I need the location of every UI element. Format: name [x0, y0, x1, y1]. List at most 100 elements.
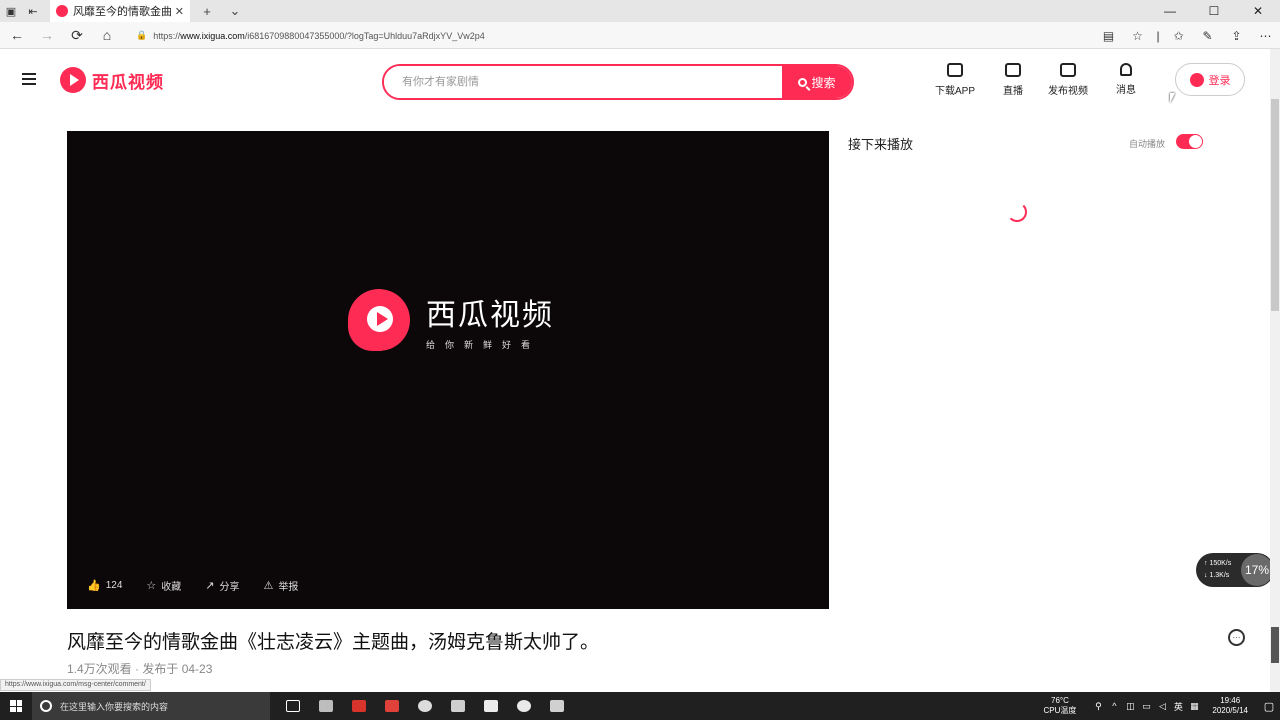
taskbar-app-browser[interactable] [540, 692, 573, 720]
share-button[interactable]: ↗ 分享 [205, 578, 239, 593]
scrollbar-marker [1271, 627, 1279, 663]
more-options-button[interactable]: ··· [1228, 629, 1245, 646]
up-next-heading: 接下来播放 [848, 137, 914, 152]
player-logo-slogan: 给你新鲜好看 [426, 339, 541, 350]
taskbar-app-files[interactable] [309, 692, 342, 720]
cpu-temperature[interactable]: 76°C CPU温度 [1044, 696, 1077, 716]
tabs-aside-icon[interactable]: ⇤ [22, 0, 44, 22]
publish-date: 发布于 04-23 [142, 662, 213, 676]
minimize-button[interactable]: — [1148, 0, 1192, 22]
player-icon [516, 700, 531, 712]
search-icon [798, 77, 808, 87]
volume-icon[interactable]: ◁ [1154, 701, 1170, 712]
scrollbar-thumb[interactable] [1271, 99, 1279, 311]
share-arrow-icon: ↗ [205, 580, 215, 592]
url-path: /i6816709880047355000/?logTag=Uhlduu7aRd… [244, 30, 485, 41]
taskbar-search-placeholder: 在这里输入你要搜索的内容 [60, 701, 169, 712]
user-avatar-icon [1189, 72, 1204, 87]
refresh-button[interactable]: ⟳ [62, 22, 92, 49]
collect-button[interactable]: ☆ 收藏 [146, 578, 181, 593]
task-view-icon [285, 700, 300, 712]
more-icon[interactable]: ⋯ [1251, 29, 1280, 43]
report-button[interactable]: ⚠ 举报 [263, 578, 298, 593]
tab-actions-icon[interactable]: ▣ [0, 0, 22, 22]
taskbar-search[interactable]: 在这里输入你要搜索的内容 [32, 692, 270, 720]
taskbar-app-xmind[interactable] [375, 692, 408, 720]
wps-icon [351, 700, 366, 712]
battery-icon[interactable]: ▭ [1138, 701, 1154, 712]
favorite-star-icon[interactable]: ☆ [1123, 29, 1152, 43]
download-icon [947, 63, 963, 77]
video-player[interactable]: 西瓜视频 给你新鲜好看 👍 124 ☆ 收藏 ↗ 分享 ⚠ 举报 [67, 131, 829, 609]
notification-icon[interactable]: ▢ [1258, 700, 1280, 713]
page-scrollbar[interactable] [1270, 49, 1280, 692]
url-field[interactable]: 🔒 https:// www.ixigua.com /i681670988004… [128, 26, 1148, 45]
like-button[interactable]: 👍 124 [87, 578, 122, 593]
site-logo[interactable]: 西瓜视频 [60, 67, 164, 93]
xmind-icon [384, 700, 399, 712]
maximize-button[interactable]: ☐ [1192, 0, 1236, 22]
start-button[interactable] [0, 692, 32, 720]
live-button[interactable]: 直播 [1003, 63, 1023, 97]
input-method[interactable]: 英 [1170, 700, 1186, 713]
clock-date: 2020/5/14 [1212, 706, 1248, 715]
search-button[interactable]: 搜索 [782, 66, 852, 98]
reading-view-icon[interactable]: ▤ [1094, 29, 1123, 43]
download-app-label: 下载APP [935, 86, 976, 97]
browser-tab[interactable]: 风靡至今的情歌金曲《 ✕ [50, 0, 190, 22]
browser-icon [549, 700, 564, 712]
loading-spinner-icon [1007, 202, 1027, 222]
file-explorer-icon [318, 700, 333, 712]
chevron-up-icon[interactable]: ^ [1106, 701, 1122, 711]
login-label: 登录 [1208, 74, 1231, 87]
address-bar: ← → ⟳ ⌂ 🔒 https:// www.ixigua.com /i6816… [0, 22, 1280, 49]
taskbar-app-wechat[interactable] [408, 692, 441, 720]
share-icon[interactable]: ⇪ [1222, 29, 1251, 43]
pen-icon[interactable]: ✎ [1193, 29, 1222, 43]
upload-video-button[interactable]: 发布视频 [1048, 63, 1088, 97]
star-icon: ☆ [146, 580, 157, 592]
windows-taskbar: 在这里输入你要搜索的内容 76°C CPU温度 ⚲ ^ ◫ ▭ ◁ 英 ▦ 19… [0, 692, 1280, 720]
share-label: 分享 [219, 582, 240, 593]
player-logo-text: 西瓜视频 [426, 298, 554, 332]
mouse-cursor-icon [1170, 93, 1175, 103]
report-label: 举报 [278, 582, 299, 593]
tab-title: 风靡至今的情歌金曲《 [73, 6, 171, 18]
close-window-button[interactable]: ✕ [1236, 0, 1280, 22]
favorites-icon[interactable]: ✩ [1164, 29, 1193, 43]
messages-button[interactable]: 消息 [1116, 63, 1136, 96]
tab-close-icon[interactable]: ✕ [175, 5, 184, 18]
people-icon[interactable]: ⚲ [1090, 701, 1106, 712]
back-button[interactable]: ← [2, 22, 32, 49]
login-button[interactable]: 登录 [1175, 63, 1245, 96]
home-button[interactable]: ⌂ [92, 22, 122, 49]
menu-icon[interactable] [22, 73, 36, 85]
task-view-button[interactable] [276, 692, 309, 720]
media-icon [483, 700, 498, 712]
clock[interactable]: 19:46 2020/5/14 [1212, 696, 1248, 716]
tab-dropdown-icon[interactable]: ⌄ [224, 3, 246, 19]
new-tab-button[interactable]: + [196, 4, 218, 19]
taskbar-app-player[interactable] [507, 692, 540, 720]
notes-icon [450, 700, 465, 712]
live-icon [1005, 63, 1021, 77]
network-monitor-widget[interactable]: ↑ 150K/s ↓ 1.3K/s 17% [1196, 553, 1274, 587]
upload-speed: ↑ 150K/s [1204, 560, 1232, 567]
usage-percent: 17% [1241, 554, 1273, 586]
taskbar-app-notes[interactable] [441, 692, 474, 720]
download-app-button[interactable]: 下载APP [935, 63, 975, 97]
player-logo: 西瓜视频 给你新鲜好看 [348, 289, 554, 351]
lock-icon: 🔒 [136, 30, 148, 40]
search-input[interactable] [384, 66, 782, 98]
taskbar-app-wps[interactable] [342, 692, 375, 720]
url-host: www.ixigua.com [180, 30, 245, 41]
autoplay-toggle[interactable] [1176, 134, 1203, 149]
toolbar-divider: | [1156, 28, 1160, 43]
autoplay-label: 自动播放 [1129, 139, 1166, 149]
taskbar-app-media[interactable] [474, 692, 507, 720]
xigua-play-logo-icon [348, 289, 410, 351]
ime-grid-icon[interactable]: ▦ [1186, 701, 1202, 712]
forward-button[interactable]: → [32, 22, 62, 49]
download-speed: ↓ 1.3K/s [1204, 572, 1230, 579]
network-icon[interactable]: ◫ [1122, 701, 1138, 712]
